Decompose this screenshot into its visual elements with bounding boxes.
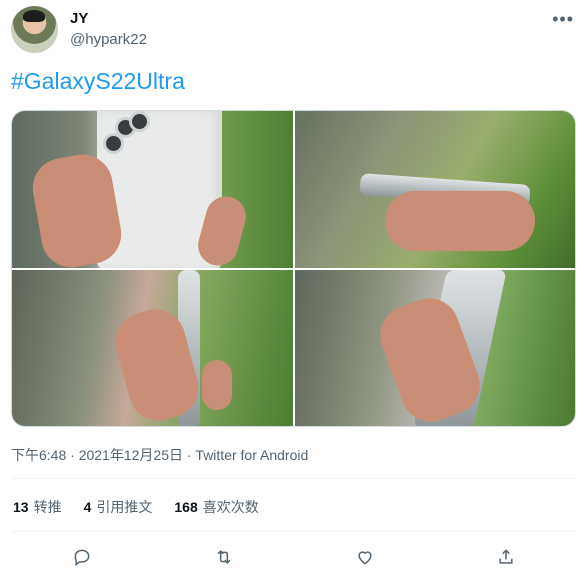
divider [11, 531, 576, 532]
stat-label: 喜欢次数 [202, 499, 259, 515]
media-grid [11, 110, 576, 427]
tweet-header: JY @hypark22 ••• [11, 6, 576, 54]
stat-retweets[interactable]: 13 转推 [13, 497, 62, 517]
stat-count: 4 [83, 499, 92, 515]
photo-3[interactable] [12, 269, 293, 426]
stat-label: 引用推文 [96, 499, 153, 515]
like-icon[interactable] [353, 545, 377, 569]
display-name[interactable]: JY [70, 10, 88, 27]
share-icon[interactable] [494, 545, 518, 569]
tweet-meta: 下午6:48 · 2021年12月25日 · Twitter for Andro… [11, 447, 309, 463]
hashtag-link[interactable]: #GalaxyS22Ultra [11, 68, 185, 95]
stat-label: 转推 [33, 499, 62, 515]
tweet-stats: 13 转推 4 引用推文 168 喜欢次数 [13, 497, 259, 517]
stat-quotes[interactable]: 4 引用推文 [84, 497, 153, 517]
stat-count: 13 [13, 499, 29, 515]
photo-1[interactable] [12, 111, 293, 268]
avatar[interactable] [11, 6, 58, 53]
retweet-icon[interactable] [212, 545, 236, 569]
stat-count: 168 [174, 499, 198, 515]
action-bar [0, 545, 587, 571]
photo-2[interactable] [294, 111, 575, 268]
photo-4[interactable] [294, 269, 575, 426]
ellipsis-icon[interactable]: ••• [552, 9, 574, 30]
user-handle[interactable]: @hypark22 [70, 31, 147, 48]
stat-likes[interactable]: 168 喜欢次数 [174, 497, 258, 517]
divider [11, 478, 576, 479]
reply-icon[interactable] [70, 545, 94, 569]
